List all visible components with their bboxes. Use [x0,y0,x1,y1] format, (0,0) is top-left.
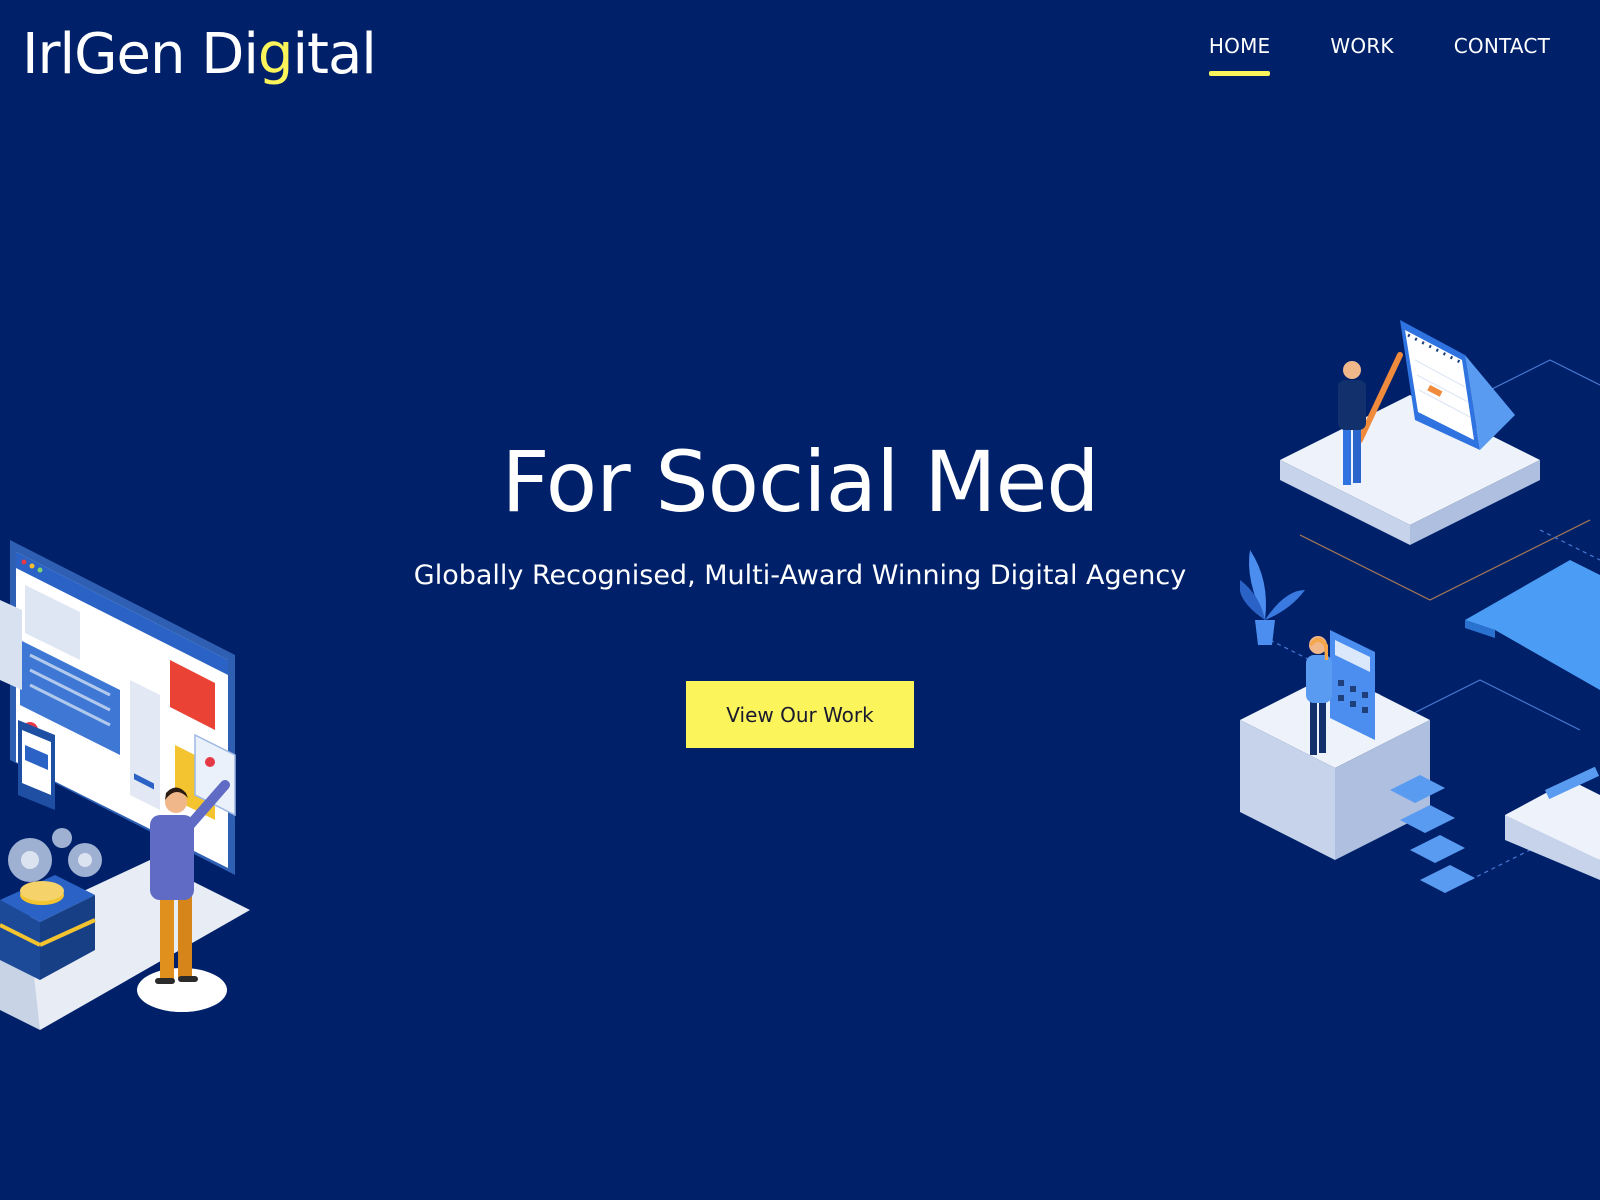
brand-logo[interactable]: IrlGen Digital [22,20,377,90]
main-nav: HOME WORK CONTACT [1208,34,1550,76]
hero-title: For Social Med [501,433,1099,531]
nav-home-link[interactable]: HOME [1208,34,1271,76]
view-our-work-button[interactable]: View Our Work [686,681,914,748]
nav-contact-link[interactable]: CONTACT [1454,34,1550,68]
dashboard-illustration [0,540,250,1030]
landing-page: IrlGen Digital HOME WORK CONTACT For Soc… [0,0,1600,1200]
nav-work-link[interactable]: WORK [1330,34,1393,68]
logo-text-accent: g [257,22,294,87]
hero-subtitle: Globally Recognised, Multi-Award Winning… [413,560,1187,591]
logo-text-start: IrlGen Di [22,22,259,87]
logo-text-end: ital [292,22,376,87]
planning-illustration [1240,320,1600,893]
